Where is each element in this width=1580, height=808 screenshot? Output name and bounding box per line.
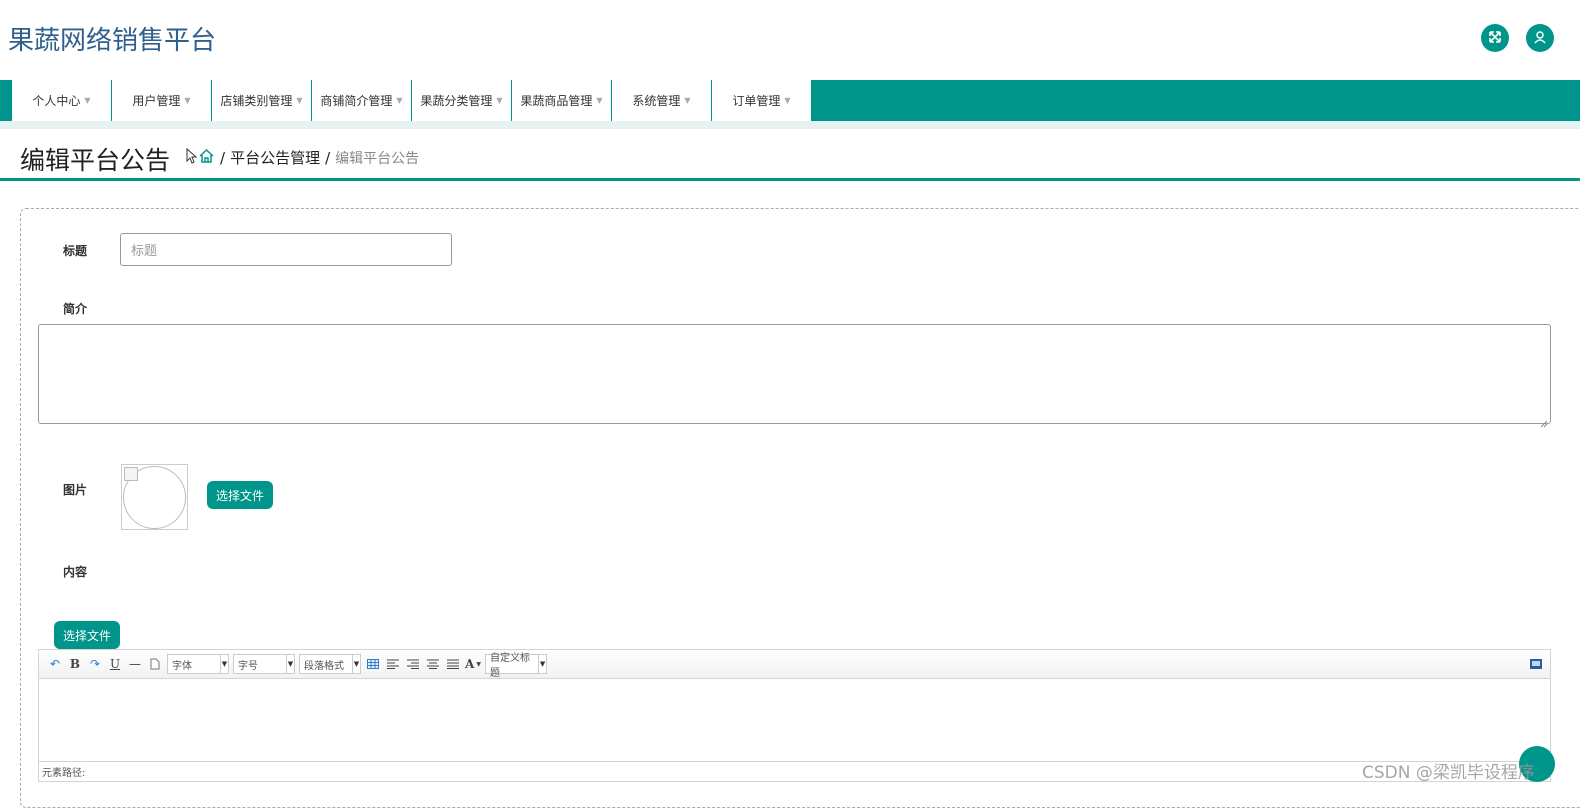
editor-content-area[interactable] <box>39 679 1550 761</box>
undo-icon[interactable]: ↶ <box>45 654 65 674</box>
nav-item-store-intro[interactable]: 商铺简介管理 ▼ <box>312 80 412 121</box>
align-justify-icon[interactable] <box>443 654 463 674</box>
font-color-icon[interactable]: A ▼ <box>463 654 483 674</box>
editor-element-path: 元素路径: <box>39 761 1550 781</box>
nav-item-label: 商铺简介管理 <box>320 94 393 108</box>
nav-item-system[interactable]: 系统管理 ▼ <box>612 80 712 121</box>
breadcrumb-separator: / <box>325 148 331 167</box>
caret-down-icon: ▼ <box>496 96 503 105</box>
fullscreen-editor-icon[interactable] <box>1526 654 1546 674</box>
paragraph-format-select[interactable]: 段落格式 ▼ <box>299 654 361 674</box>
title-input[interactable]: 标题 <box>120 233 452 266</box>
underline-icon[interactable]: U <box>105 654 125 674</box>
align-left-icon[interactable] <box>383 654 403 674</box>
redo-icon[interactable]: ↷ <box>85 654 105 674</box>
table-icon[interactable] <box>363 654 383 674</box>
fullscreen-button[interactable] <box>1481 24 1509 52</box>
fullscreen-icon <box>1488 29 1502 48</box>
nav-item-label: 系统管理 <box>632 94 681 108</box>
breadcrumb-current: 编辑平台公告 <box>335 150 420 167</box>
user-icon <box>1533 29 1547 48</box>
breadcrumb-bar: 编辑平台公告 / 平台公告管理 / 编辑平台公告 <box>0 129 1580 181</box>
resize-handle-icon[interactable] <box>1540 413 1548 428</box>
nav-item-label: 个人中心 <box>32 94 81 108</box>
title-label: 标题 <box>63 244 88 258</box>
dropdown-arrow-icon: ▼ <box>286 655 294 673</box>
breadcrumb: / 平台公告管理 / 编辑平台公告 <box>186 147 419 168</box>
page-icon[interactable] <box>145 654 165 674</box>
intro-textarea[interactable] <box>38 324 1551 428</box>
dropdown-arrow-icon: ▼ <box>352 655 360 673</box>
nav-item-label: 店铺类别管理 <box>220 94 293 108</box>
broken-image-icon <box>124 467 138 481</box>
caret-down-icon: ▼ <box>296 96 303 105</box>
image-preview <box>121 464 188 530</box>
title-placeholder: 标题 <box>131 244 158 259</box>
content-upload-button[interactable]: 选择文件 <box>54 621 121 649</box>
nav-item-store-categories[interactable]: 店铺类别管理 ▼ <box>212 80 312 121</box>
image-upload-button[interactable]: 选择文件 <box>207 481 274 509</box>
dropdown-arrow-icon: ▼ <box>538 655 546 673</box>
cursor-icon <box>186 147 198 168</box>
breadcrumb-parent-link[interactable]: 平台公告管理 <box>230 147 320 168</box>
caret-down-icon: ▼ <box>684 96 691 105</box>
top-nav: 个人中心 ▼ 用户管理 ▼ 店铺类别管理 ▼ 商铺简介管理 ▼ 果蔬分类管理 ▼ 果蔬商品… <box>0 80 1580 121</box>
font-size-value: 字号 <box>238 660 258 672</box>
nav-item-label: 果蔬分类管理 <box>420 94 493 108</box>
home-icon[interactable] <box>198 148 215 168</box>
nav-divider <box>0 121 1580 129</box>
nav-item-users[interactable]: 用户管理 ▼ <box>112 80 212 121</box>
caret-down-icon: ▼ <box>596 96 603 105</box>
nav-item-label: 用户管理 <box>132 94 181 108</box>
content-label: 内容 <box>63 565 88 579</box>
nav-item-profile[interactable]: 个人中心 ▼ <box>12 80 112 121</box>
font-size-select[interactable]: 字号 ▼ <box>233 654 295 674</box>
image-label: 图片 <box>63 483 88 497</box>
align-center-icon[interactable] <box>423 654 443 674</box>
nav-item-label: 果蔬商品管理 <box>520 94 593 108</box>
editor-toolbar: ↶ B ↷ U — 字体 ▼ 字号 ▼ 段落格式 ▼ A ▼ 自定义标题 ▼ <box>39 650 1550 679</box>
intro-label: 简介 <box>63 302 88 316</box>
page-title: 编辑平台公告 <box>20 146 171 175</box>
watermark: CSDN @梁凯毕设程序 <box>1362 763 1535 783</box>
nav-item-produce-categories[interactable]: 果蔬分类管理 ▼ <box>412 80 512 121</box>
nav-item-orders[interactable]: 订单管理 ▼ <box>712 80 812 121</box>
font-family-value: 字体 <box>172 660 192 672</box>
dropdown-arrow-icon: ▼ <box>220 655 228 673</box>
paragraph-format-value: 段落格式 <box>304 660 344 672</box>
breadcrumb-separator: / <box>220 148 226 167</box>
horizontal-rule-icon[interactable]: — <box>125 654 145 674</box>
caret-down-icon: ▼ <box>396 96 403 105</box>
bold-icon[interactable]: B <box>65 654 85 674</box>
custom-title-value: 自定义标题 <box>490 653 530 679</box>
user-button[interactable] <box>1526 24 1554 52</box>
brand-title: 果蔬网络销售平台 <box>8 26 217 56</box>
align-right-icon[interactable] <box>403 654 423 674</box>
nav-item-label: 订单管理 <box>732 94 781 108</box>
caret-down-icon: ▼ <box>84 96 91 105</box>
header: 果蔬网络销售平台 <box>0 0 1580 80</box>
custom-title-select[interactable]: 自定义标题 ▼ <box>485 653 547 679</box>
caret-down-icon: ▼ <box>784 96 791 105</box>
nav-item-produce-products[interactable]: 果蔬商品管理 ▼ <box>512 80 612 121</box>
caret-down-icon: ▼ <box>184 96 191 105</box>
font-family-select[interactable]: 字体 ▼ <box>167 654 229 674</box>
rich-text-editor: ↶ B ↷ U — 字体 ▼ 字号 ▼ 段落格式 ▼ A ▼ 自定义标题 ▼ 元… <box>38 649 1551 782</box>
